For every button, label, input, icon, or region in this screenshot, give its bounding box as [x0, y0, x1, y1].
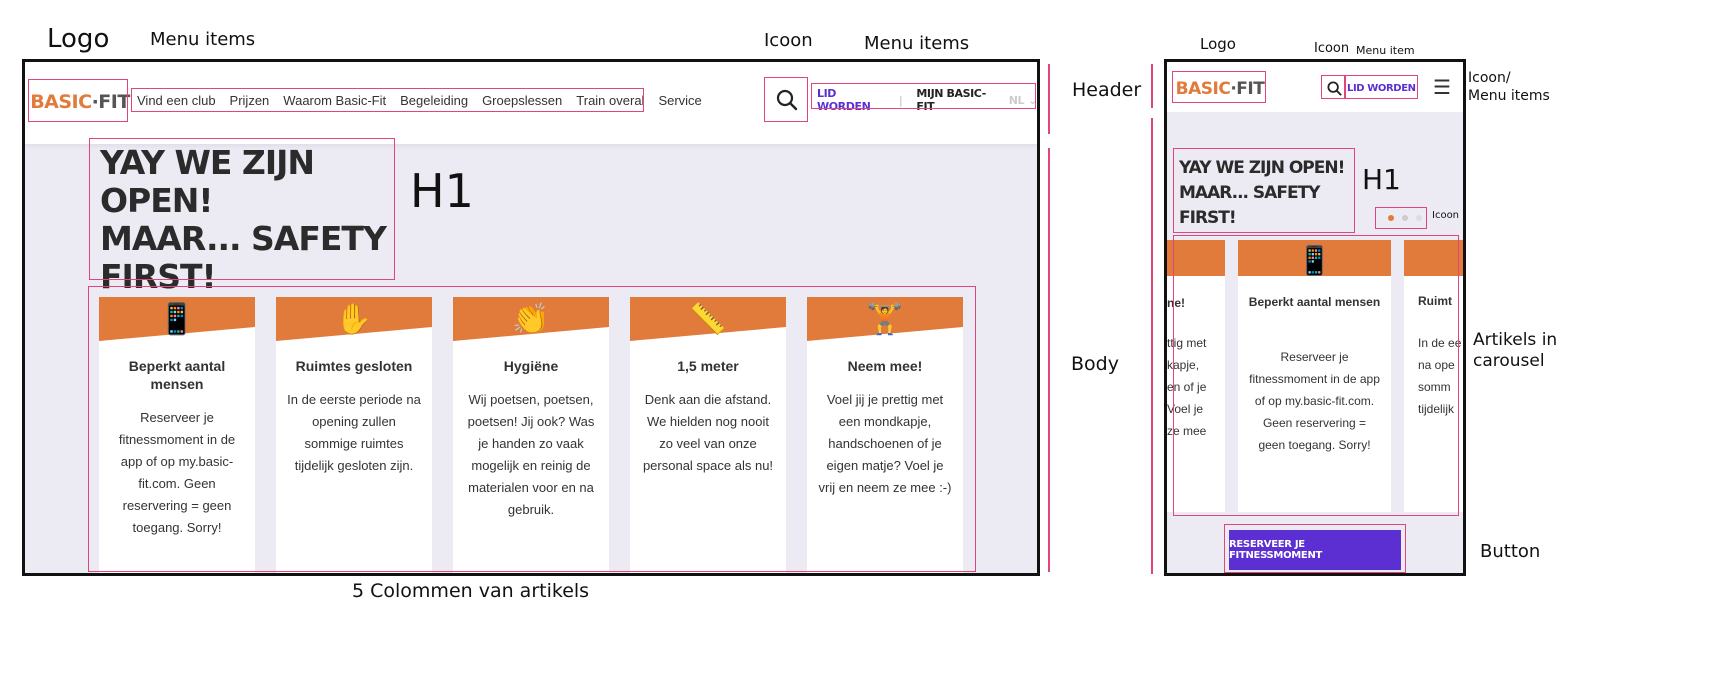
annotation-icon: Icoon — [764, 30, 813, 51]
annotation-menu-items-left: Menu items — [150, 29, 256, 50]
annotation-mobile-icon-menu-1: Icoon/ — [1468, 70, 1511, 86]
annotation-box-mobile-h1 — [1173, 148, 1355, 233]
annotation-mobile-dots-icon: Icoon — [1432, 210, 1460, 221]
annotation-box-mobile-dots — [1375, 207, 1427, 229]
mobile-frame: BASIC ·FIT LID WORDEN ☰ YAY WE ZIJN OPEN!… — [1164, 59, 1466, 576]
mobile-body-bracket — [1151, 118, 1153, 574]
annotation-box-button — [1224, 524, 1406, 573]
annotation-logo: Logo — [47, 24, 110, 54]
annotation-box-mobile-logo — [1172, 71, 1266, 103]
annotation-box-search — [764, 77, 808, 122]
body-bracket-line — [1048, 148, 1050, 572]
hamburger-icon[interactable]: ☰ — [1433, 75, 1451, 100]
annotation-mobile-h1: H1 — [1362, 163, 1401, 196]
annotation-box-logo — [28, 79, 128, 122]
annotation-box-mobile-menu — [1345, 75, 1418, 99]
annotation-box-nav — [131, 88, 644, 112]
annotation-box-h1 — [89, 138, 395, 280]
annotation-five-columns: 5 Colommen van artikels — [352, 580, 590, 602]
annotation-box-mobile-search — [1321, 75, 1345, 99]
annotation-mobile-icon-menu-2: Menu items — [1468, 88, 1550, 104]
annotation-mobile-menu-item: Menu item — [1356, 44, 1415, 57]
annotation-h1: H1 — [410, 164, 474, 218]
nav-service[interactable]: Service — [658, 93, 701, 108]
annotation-mobile-icon: Icoon — [1314, 41, 1350, 56]
annotation-button: Button — [1480, 541, 1541, 562]
annotation-header: Header — [1072, 79, 1142, 101]
header-bracket-line — [1048, 64, 1050, 134]
annotation-box-carousel — [1173, 235, 1459, 516]
annotation-box-columns — [88, 286, 976, 572]
annotation-mobile-logo: Logo — [1200, 35, 1236, 53]
annotation-box-right-menu — [811, 83, 1036, 109]
annotation-menu-items-right: Menu items — [864, 33, 970, 54]
annotation-body: Body — [1071, 353, 1119, 375]
desktop-frame: BASIC ·FIT Vind een club Prijzen Waarom B… — [22, 59, 1040, 576]
annotation-carousel-2: carousel — [1473, 351, 1545, 371]
annotation-carousel-1: Artikels in — [1473, 330, 1558, 350]
mobile-header-bracket — [1151, 64, 1153, 108]
